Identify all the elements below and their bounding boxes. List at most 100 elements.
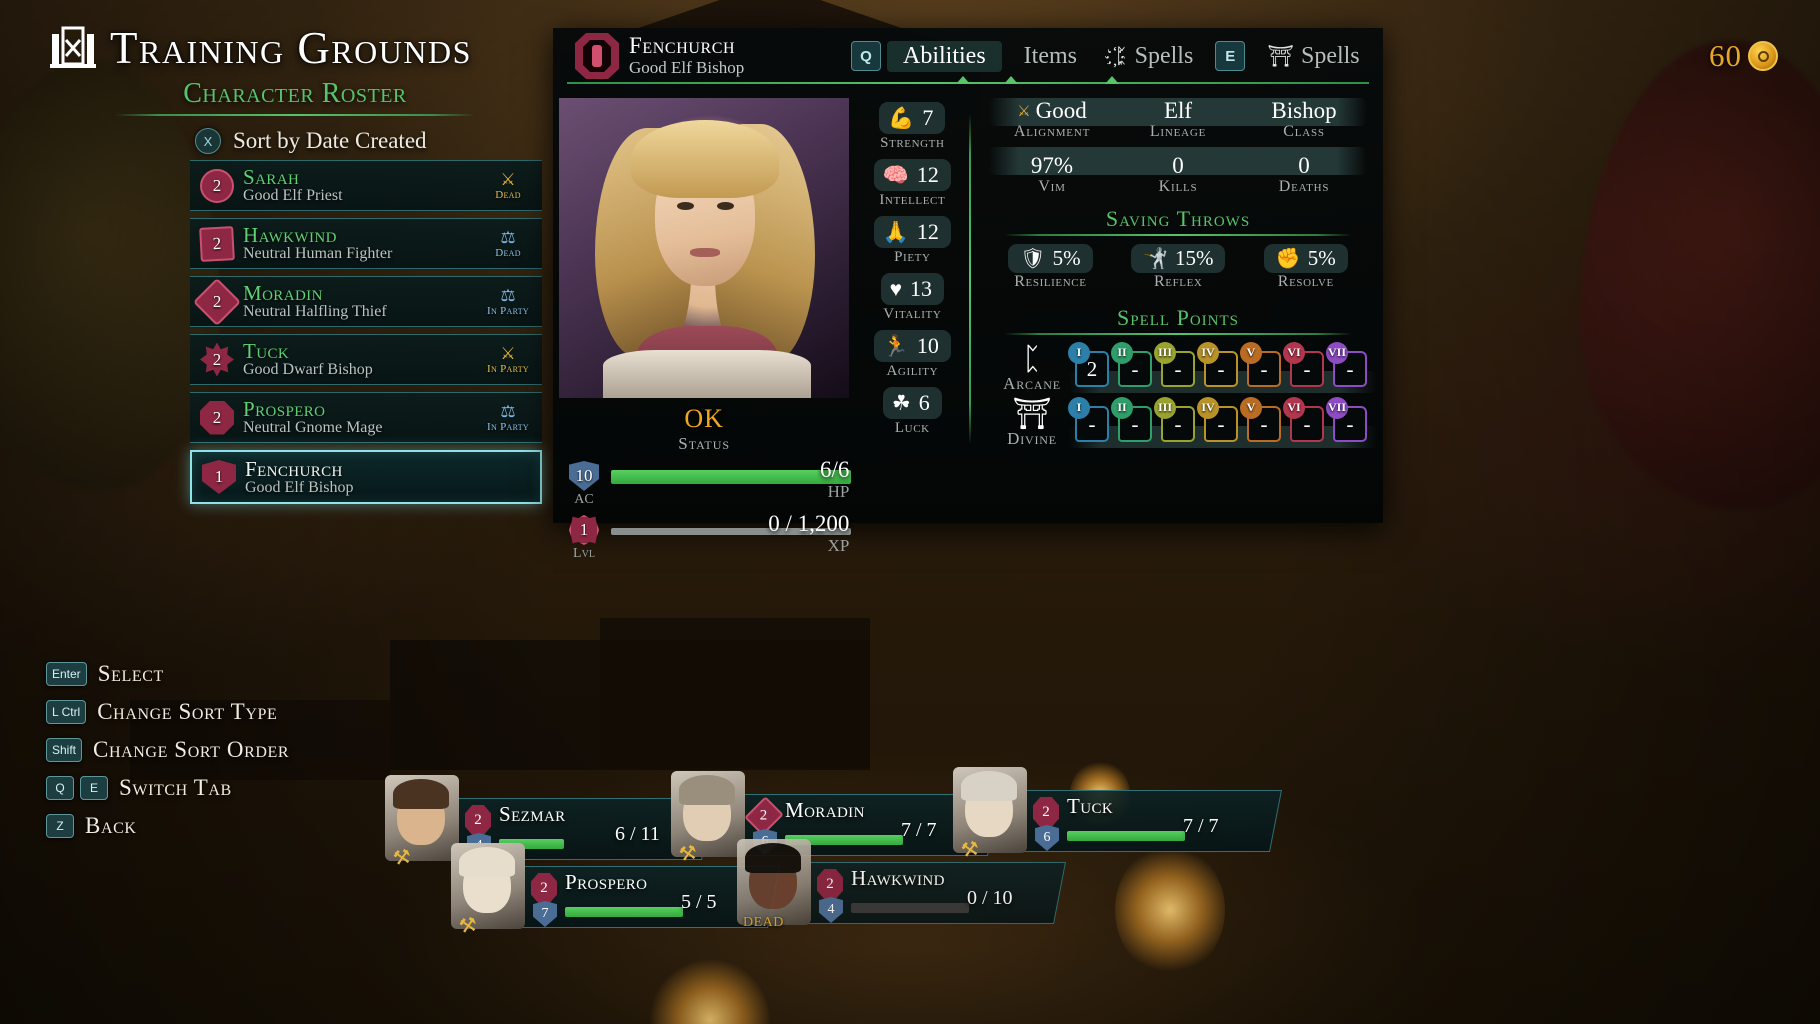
attribute-luck: ☘6Luck (855, 387, 969, 437)
status-badge-text: Dead (495, 247, 521, 259)
spell-slot[interactable]: III- (1161, 351, 1195, 387)
fence-gate (600, 618, 870, 768)
key-badge[interactable]: Shift (46, 738, 82, 762)
tab-abilities-0[interactable]: Abilities (887, 41, 1002, 72)
party-name: Sezmar (499, 802, 566, 827)
spell-slot[interactable]: VI- (1290, 351, 1324, 387)
party-card-hawkwind[interactable]: DEAD2Hawkwind40 / 10 (782, 862, 1066, 924)
spell-school-label: Divine (989, 429, 1075, 449)
bar-text: 6/6 (820, 457, 849, 483)
party-level-value: 2 (474, 812, 482, 829)
level-value: 2 (213, 408, 222, 428)
tab-items-1[interactable]: Items (1008, 41, 1093, 72)
tab-spells-3[interactable]: ⛩Spells (1251, 41, 1375, 72)
identity-grid: ⚔ Good Alignment Elf Lineage Bishop Clas… (989, 98, 1367, 196)
spell-slot[interactable]: VII- (1333, 351, 1367, 387)
arcane-rune-icon: ҉ᛈ (1115, 44, 1128, 69)
title-row: Training Grounds (50, 22, 540, 74)
key-badge[interactable]: Z (46, 814, 74, 838)
hint-label: Select (98, 661, 164, 687)
spell-slot[interactable]: V- (1247, 406, 1281, 442)
party-hp-track (1067, 831, 1185, 841)
character-sheet-panel: Fenchurch Good Elf Bishop QAbilitiesItem… (553, 28, 1383, 523)
roster-row-sarah[interactable]: 2SarahGood Elf Priest⚔Dead (190, 160, 542, 211)
character-desc: Neutral Human Fighter (243, 246, 392, 263)
saving-throws-divider (1004, 234, 1352, 236)
character-roster-list[interactable]: 2 SarahGood Elf Priest ⚔ Dead2HawkwindNeutr… (190, 160, 542, 511)
attribute-label: Vitality (855, 306, 969, 323)
info-cell: ⚔ Good Alignment (989, 98, 1115, 141)
status-badge-text: In Party (487, 305, 529, 317)
info-value: 0 (1115, 153, 1241, 179)
spell-slot[interactable]: I2 (1075, 351, 1109, 387)
roster-row-text: SarahGood Elf Priest (243, 166, 343, 205)
level-badge: 2 (200, 343, 234, 377)
key-badge[interactable]: Enter (46, 662, 87, 686)
spell-slot[interactable]: VI- (1290, 406, 1324, 442)
spell-slot-row: I- II- III- IV- V- VI- VII- (1075, 406, 1367, 442)
spell-row-divine: ⛩DivineI-II-III-IV-V-VI-VII- (989, 398, 1367, 449)
character-name: Moradin (243, 282, 387, 304)
roster-row-tuck[interactable]: 2 TuckGood Dwarf Bishop ⚔In Party (190, 334, 542, 385)
party-name: Moradin (785, 798, 865, 823)
spell-slot[interactable]: II- (1118, 351, 1152, 387)
roster-subtitle: Character Roster (50, 78, 540, 110)
level-value: 2 (213, 350, 222, 370)
tab-key-q[interactable]: Q (851, 41, 881, 71)
tab-label: Items (1024, 43, 1077, 70)
level-value: 2 (213, 176, 222, 196)
level-badge: 2 (193, 277, 241, 325)
status-badge: ⚔In Party (480, 345, 536, 375)
status-block: OK Status (553, 404, 855, 454)
party-card-tuck[interactable]: ⚒2Tuck67 / 7 (998, 790, 1282, 852)
spell-slot[interactable]: VII- (1333, 406, 1367, 442)
spell-slot[interactable]: IV- (1204, 351, 1238, 387)
party-dead-label: DEAD (743, 915, 784, 931)
spell-slot[interactable]: II- (1118, 406, 1152, 442)
spell-level-number: V (1240, 342, 1262, 364)
sheet-character-desc: Good Elf Bishop (629, 59, 829, 77)
info-label: Vim (989, 178, 1115, 196)
save-pill: 🛡5% (1008, 244, 1092, 273)
roster-row-hawkwind[interactable]: 2HawkwindNeutral Human Fighter⚖Dead (190, 218, 542, 269)
info-label: Lineage (1115, 123, 1241, 141)
key-badge[interactable]: L Ctrl (46, 700, 86, 724)
attribute-label: Intellect (855, 192, 969, 209)
party-name: Hawkwind (851, 866, 945, 891)
skull-wings-icon: ⚔ (500, 171, 515, 188)
tab-spells-2[interactable]: ҉ᛈSpells (1099, 41, 1209, 72)
spell-slot[interactable]: IV- (1204, 406, 1238, 442)
party-card-inner: DEAD2Hawkwind40 / 10 (789, 863, 1059, 923)
tab-label: Abilities (903, 43, 986, 70)
key-badge[interactable]: Q (46, 776, 74, 800)
hint-keys: Enter (46, 662, 87, 686)
roster-row-moradin[interactable]: 2MoradinNeutral Halfling Thief⚖In Party (190, 276, 542, 327)
roster-row-prospero[interactable]: 2ProsperoNeutral Gnome Mage⚖In Party (190, 392, 542, 443)
save-resolve: ✊5%Resolve (1264, 244, 1348, 291)
sort-key-badge[interactable]: X (195, 128, 221, 154)
page-header: Training Grounds Character Roster X Sort… (50, 22, 540, 154)
info-cell: 0 Kills (1115, 153, 1241, 196)
party-bar[interactable]: ⚒2Sezmar46 / 11⚒2Moradin67 / 7⚒2Tuck67 /… (406, 798, 1326, 998)
sheet-tabs[interactable]: QAbilitiesItems҉ᛈSpellsE⛩Spells (851, 41, 1376, 72)
tab-key-e[interactable]: E (1215, 41, 1245, 71)
hint-back: ZBack (46, 813, 289, 839)
party-name: Prospero (565, 870, 647, 895)
roster-row-fenchurch[interactable]: 1FenchurchGood Elf Bishop (190, 450, 542, 504)
bar-unit: XP (828, 536, 850, 556)
party-level-badge: 2 (531, 873, 557, 903)
gold-display: 60 (1709, 38, 1778, 74)
spell-slot[interactable]: V- (1247, 351, 1281, 387)
sort-control[interactable]: X Sort by Date Created (195, 128, 540, 154)
info-value-wrap: ⚔ Good (989, 98, 1115, 124)
spell-slot[interactable]: III- (1161, 406, 1195, 442)
spell-level-number: VII (1326, 397, 1348, 419)
tree-right (1580, 40, 1820, 510)
spell-slot[interactable]: I- (1075, 406, 1109, 442)
hint-label: Switch Tab (119, 775, 232, 801)
roster-row-text: TuckGood Dwarf Bishop (243, 340, 373, 379)
spell-slot-row: I2 II- III- IV- V- VI- VII- (1075, 351, 1367, 387)
spell-level-number: VI (1283, 342, 1305, 364)
tab-label: Spells (1301, 43, 1360, 70)
key-badge[interactable]: E (80, 776, 108, 800)
